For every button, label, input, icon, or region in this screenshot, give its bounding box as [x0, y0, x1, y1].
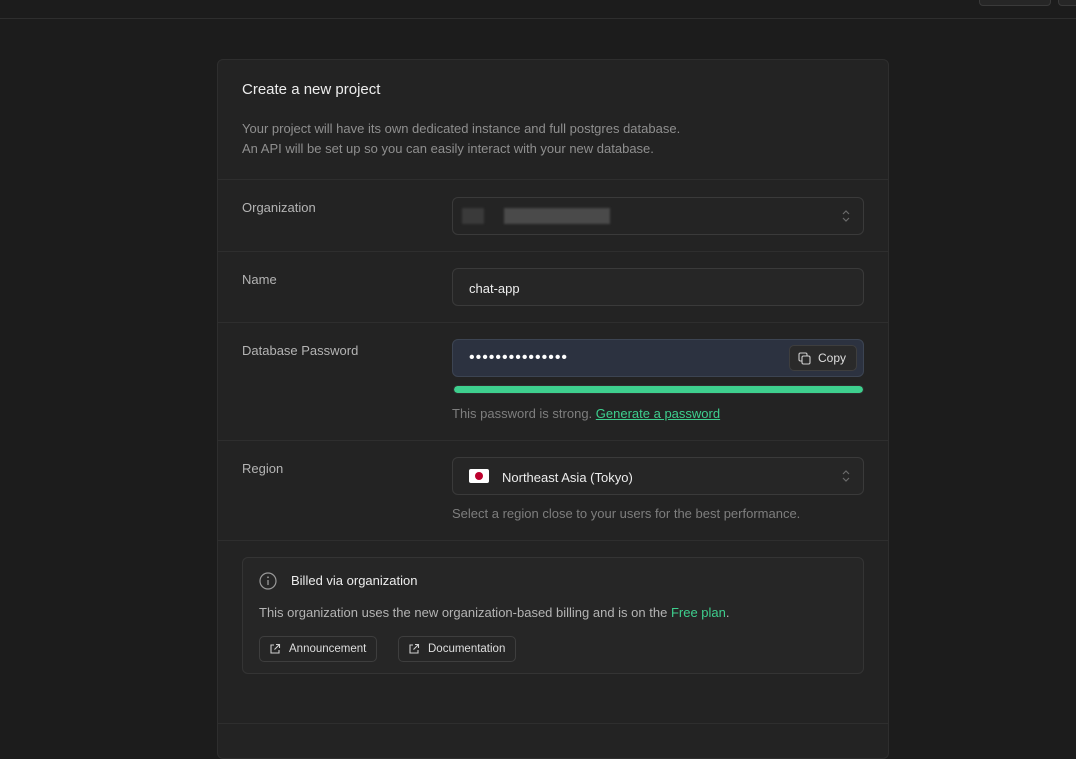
billing-text-main: This organization uses the new organizat…	[259, 605, 668, 620]
description-line-1: Your project will have its own dedicated…	[242, 121, 681, 136]
card-description: Your project will have its own dedicated…	[242, 119, 680, 159]
password-value: •••••••••••••••	[469, 349, 569, 366]
region-select[interactable]: Northeast Asia (Tokyo)	[452, 457, 864, 495]
region-row: Region Northeast Asia (Tokyo) Select a r…	[218, 441, 888, 541]
copy-label: Copy	[817, 351, 846, 365]
documentation-label: Documentation	[428, 643, 506, 655]
password-label: Database Password	[242, 343, 359, 358]
organization-label: Organization	[242, 200, 316, 215]
organization-row: Organization	[218, 180, 888, 252]
password-row: Database Password ••••••••••••••• Copy T…	[218, 323, 888, 441]
password-hint-text: This password is strong.	[452, 406, 593, 421]
password-strength-fill	[454, 386, 863, 393]
name-label: Name	[242, 272, 277, 287]
region-hint: Select a region close to your users for …	[452, 506, 801, 521]
footer-divider	[218, 723, 888, 724]
chevron-up-down-icon	[842, 210, 850, 222]
top-bar-button[interactable]	[979, 0, 1051, 6]
page-title: Create a new project	[242, 81, 381, 98]
name-row: Name chat-app	[218, 252, 888, 323]
copy-icon	[798, 351, 811, 365]
card-header: Create a new project Your project will h…	[218, 60, 888, 180]
copy-button[interactable]: Copy	[788, 345, 857, 371]
free-plan-link[interactable]: Free plan	[671, 605, 726, 620]
external-link-icon	[270, 643, 281, 654]
announcement-label: Announcement	[289, 643, 367, 655]
billing-text: This organization uses the new organizat…	[259, 605, 730, 620]
top-bar-button[interactable]	[1058, 0, 1076, 6]
chevron-up-down-icon	[842, 470, 850, 482]
create-project-card: Create a new project Your project will h…	[217, 59, 889, 759]
name-value: chat-app	[469, 281, 520, 296]
password-strength-bar	[453, 385, 864, 394]
announcement-button[interactable]: Announcement	[259, 636, 378, 662]
generate-password-link[interactable]: Generate a password	[596, 406, 720, 421]
password-input[interactable]: ••••••••••••••• Copy	[452, 339, 864, 377]
billing-notice: Billed via organization This organizatio…	[242, 557, 864, 674]
top-bar	[0, 0, 1076, 19]
region-label: Region	[242, 461, 284, 476]
organization-select[interactable]	[452, 197, 864, 235]
documentation-button[interactable]: Documentation	[398, 636, 517, 662]
billing-title: Billed via organization	[291, 573, 418, 588]
description-line-2: An API will be set up so you can easily …	[242, 141, 654, 156]
name-input[interactable]: chat-app	[452, 268, 864, 306]
redacted-block	[462, 208, 484, 224]
info-icon	[259, 572, 277, 590]
region-value: Northeast Asia (Tokyo)	[502, 470, 633, 485]
billing-text-end: .	[725, 605, 730, 620]
external-link-icon	[409, 643, 420, 654]
password-hint: This password is strong. Generate a pass…	[452, 406, 720, 421]
japan-flag-icon	[469, 469, 489, 483]
redacted-block	[504, 208, 610, 224]
